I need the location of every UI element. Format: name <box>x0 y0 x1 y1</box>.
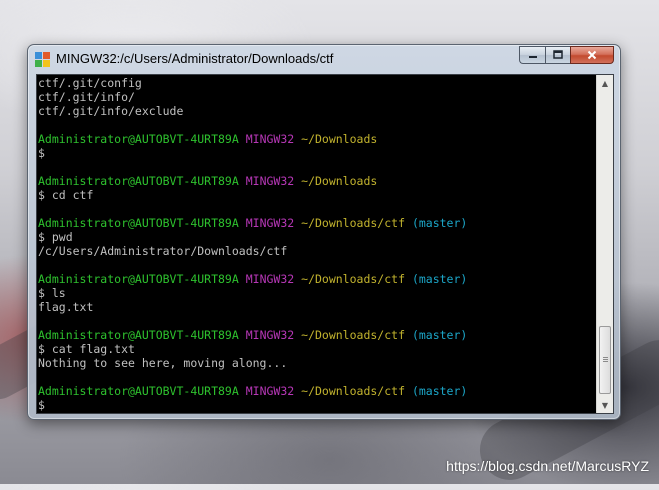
prompt-user-host: Administrator@AUTOBVT-4URT89A <box>38 272 239 286</box>
command-line: $ <box>38 146 595 160</box>
close-button[interactable] <box>570 46 614 64</box>
command-line: $ cd ctf <box>38 188 595 202</box>
prompt-msystem: MINGW32 <box>245 216 295 230</box>
window-title: MINGW32:/c/Users/Administrator/Downloads… <box>56 51 334 66</box>
scroll-thumb[interactable] <box>599 326 611 394</box>
prompt-line: Administrator@AUTOBVT-4URT89A MINGW32 ~/… <box>38 328 595 342</box>
mingw-app-icon[interactable] <box>35 52 50 67</box>
scroll-down-button[interactable]: ▼ <box>597 397 613 413</box>
caption-buttons <box>519 46 614 65</box>
prompt-line: Administrator@AUTOBVT-4URT89A MINGW32 ~/… <box>38 174 595 188</box>
terminal-output[interactable]: ctf/.git/config ctf/.git/info/ctf/.git/in… <box>37 75 595 413</box>
output-text: flag.txt <box>38 300 94 314</box>
close-icon <box>587 50 597 60</box>
terminal-screen[interactable]: ctf/.git/config ctf/.git/info/ctf/.git/in… <box>36 74 614 414</box>
output-line: /c/Users/Administrator/Downloads/ctf <box>38 244 595 258</box>
maximize-icon <box>553 50 563 59</box>
scroll-down-arrow-icon: ▼ <box>601 400 609 410</box>
prompt-user-host: Administrator@AUTOBVT-4URT89A <box>38 328 239 342</box>
prompt-path: ~/Downloads/ctf <box>301 216 405 230</box>
minimize-icon <box>528 56 537 58</box>
maximize-button[interactable] <box>545 46 570 64</box>
prompt-line: Administrator@AUTOBVT-4URT89A MINGW32 ~/… <box>38 272 595 286</box>
command-text: $ <box>38 398 45 412</box>
command-text: $ cd ctf <box>38 188 94 202</box>
output-line: flag.txt <box>38 300 595 314</box>
prompt-msystem: MINGW32 <box>245 328 295 342</box>
vertical-scrollbar[interactable]: ▲ ▼ <box>596 75 613 413</box>
command-line: $ cat flag.txt <box>38 342 595 356</box>
prompt-branch: (master) <box>411 272 468 286</box>
prompt-line: Administrator@AUTOBVT-4URT89A MINGW32 ~/… <box>38 384 595 398</box>
prompt-line: Administrator@AUTOBVT-4URT89A MINGW32 ~/… <box>38 132 595 146</box>
command-line: $ pwd <box>38 230 595 244</box>
command-line: $ <box>38 398 595 412</box>
prompt-path: ~/Downloads <box>301 132 378 146</box>
command-line: $ ls <box>38 286 595 300</box>
prompt-user-host: Administrator@AUTOBVT-4URT89A <box>38 384 239 398</box>
scroll-up-arrow-icon: ▲ <box>601 78 609 88</box>
title-bar[interactable]: MINGW32:/c/Users/Administrator/Downloads… <box>28 45 620 74</box>
output-text: /c/Users/Administrator/Downloads/ctf <box>38 244 288 258</box>
prompt-user-host: Administrator@AUTOBVT-4URT89A <box>38 132 239 146</box>
command-text: $ <box>38 146 45 160</box>
prompt-msystem: MINGW32 <box>245 384 295 398</box>
watermark-text: https://blog.csdn.net/MarcusRYZ <box>446 458 649 474</box>
prompt-msystem: MINGW32 <box>245 132 295 146</box>
output-text: ctf/.git/config <box>38 76 142 90</box>
prompt-path: ~/Downloads/ctf <box>301 384 405 398</box>
output-line: Nothing to see here, moving along... <box>38 356 595 370</box>
prompt-branch: (master) <box>411 384 468 398</box>
terminal-window[interactable]: MINGW32:/c/Users/Administrator/Downloads… <box>27 44 621 420</box>
prompt-user-host: Administrator@AUTOBVT-4URT89A <box>38 174 239 188</box>
prompt-path: ~/Downloads <box>301 174 378 188</box>
prompt-branch: (master) <box>411 328 468 342</box>
output-line: ctf/.git/info/exclude <box>38 104 595 118</box>
prompt-user-host: Administrator@AUTOBVT-4URT89A <box>38 216 239 230</box>
prompt-branch: (master) <box>411 216 468 230</box>
scroll-up-button[interactable]: ▲ <box>597 75 613 91</box>
prompt-msystem: MINGW32 <box>245 272 295 286</box>
prompt-msystem: MINGW32 <box>245 174 295 188</box>
output-line: ctf/.git/config <box>38 76 595 90</box>
output-text: Nothing to see here, moving along... <box>38 356 288 370</box>
minimize-button[interactable] <box>519 46 545 64</box>
output-text: ctf/.git/info/exclude <box>38 104 184 118</box>
prompt-path: ~/Downloads/ctf <box>301 328 405 342</box>
output-text: ctf/.git/info/ <box>38 90 135 104</box>
prompt-path: ~/Downloads/ctf <box>301 272 405 286</box>
command-text: $ cat flag.txt <box>38 342 135 356</box>
prompt-line: Administrator@AUTOBVT-4URT89A MINGW32 ~/… <box>38 216 595 230</box>
command-text: $ ls <box>38 286 66 300</box>
command-text: $ pwd <box>38 230 73 244</box>
output-line: ctf/.git/info/ <box>38 90 595 104</box>
